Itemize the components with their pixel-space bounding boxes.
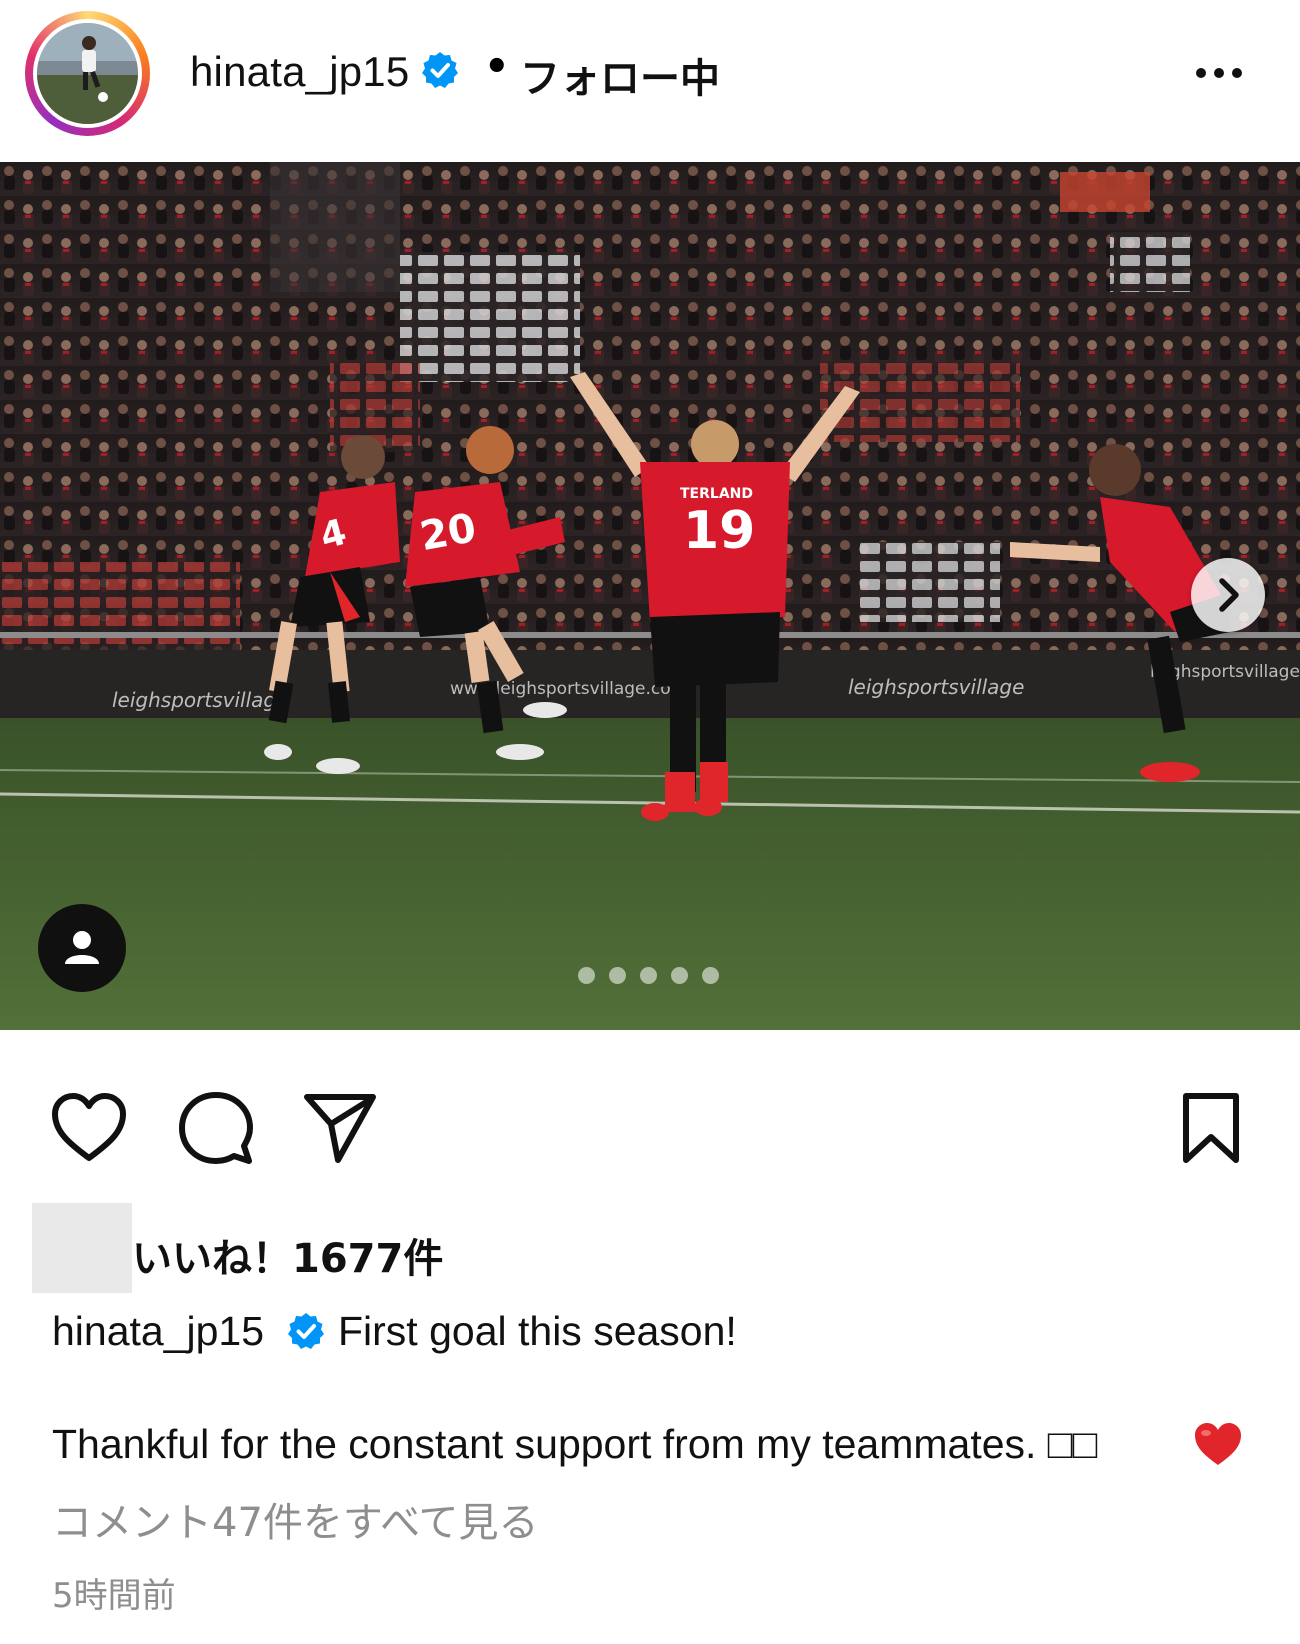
chevron-right-icon — [1219, 578, 1239, 612]
carousel-dot — [640, 967, 657, 984]
heart-icon[interactable] — [50, 1092, 128, 1164]
header-username[interactable]: hinata_jp15 — [190, 48, 409, 96]
bookmark-icon[interactable] — [1180, 1092, 1242, 1164]
next-image-button[interactable] — [1191, 558, 1265, 632]
profile-avatar-story-ring[interactable] — [25, 11, 150, 136]
post-image-carousel[interactable]: leighsportsvillage www.leighsportsvillag… — [0, 162, 1300, 1030]
send-icon[interactable] — [303, 1092, 377, 1164]
carousel-dot — [702, 967, 719, 984]
likes-count[interactable]: いいね！1677件 — [132, 1226, 443, 1284]
verified-badge-icon — [422, 52, 458, 88]
post-header: hinata_jp15 • フォロー中 — [0, 0, 1300, 162]
post-photo: leighsportsvillage www.leighsportsvillag… — [0, 162, 1300, 1030]
carousel-dot — [609, 967, 626, 984]
carousel-dot — [671, 967, 688, 984]
caption-body: Thankful for the constant support from m… — [52, 1421, 1098, 1467]
tagged-users-button[interactable] — [38, 904, 126, 992]
post-timestamp[interactable]: 5時間前 — [52, 1568, 176, 1617]
svg-text:leighsportsvillage: leighsportsvillage — [848, 675, 1024, 699]
person-icon — [65, 931, 99, 964]
avatar-photo — [37, 23, 138, 124]
svg-text:leighsportsvillage: leighsportsvillage — [112, 688, 288, 712]
caption-username[interactable]: hinata_jp15 — [52, 1308, 264, 1355]
liked-by-avatar-obscured — [32, 1203, 132, 1293]
following-status-button[interactable]: フォロー中 — [520, 46, 720, 104]
avatar — [33, 19, 142, 128]
view-all-comments-link[interactable]: コメント47件をすべて見る — [52, 1490, 539, 1548]
header-separator: • — [484, 44, 510, 90]
svg-text:19: 19 — [683, 501, 755, 561]
more-options-icon[interactable] — [1196, 64, 1252, 84]
svg-text:20: 20 — [417, 505, 480, 560]
comment-icon[interactable] — [178, 1090, 254, 1166]
carousel-dot — [578, 967, 595, 984]
svg-text:TERLAND: TERLAND — [680, 486, 753, 502]
caption-first-line: First goal this season! — [338, 1308, 737, 1354]
verified-badge-icon — [288, 1313, 324, 1349]
red-heart-emoji-icon — [1195, 1423, 1241, 1465]
